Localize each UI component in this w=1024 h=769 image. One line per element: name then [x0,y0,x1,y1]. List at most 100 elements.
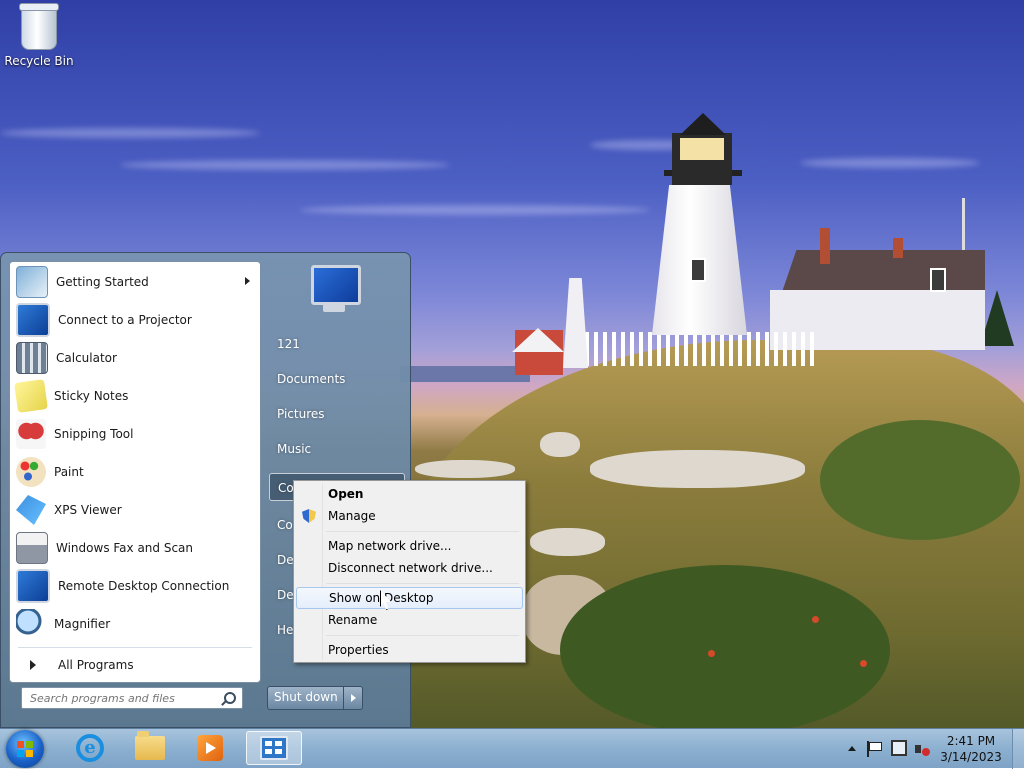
windows-logo-icon [17,741,33,757]
fax-scan-icon [16,532,48,564]
wallpaper-small-tower [563,278,588,368]
taskbar-media-player[interactable] [182,731,238,765]
menu-item-open[interactable]: Open [296,483,523,505]
folder-icon [135,731,165,760]
taskbar-windows-explorer[interactable] [122,731,178,765]
wallpaper-tree [980,290,1014,346]
taskbar-internet-explorer[interactable]: e [62,731,118,765]
menu-item-map-network-drive[interactable]: Map network drive... [296,535,523,557]
all-programs-label: All Programs [58,658,134,672]
place-music[interactable]: Music [269,435,405,463]
search-icon[interactable] [224,692,236,704]
program-getting-started[interactable]: Getting Started [12,264,258,300]
program-label: Snipping Tool [54,427,134,441]
wallpaper-window [690,258,706,282]
wallpaper-lighthouse-cap [680,113,726,135]
start-menu-programs-pane: Getting Started Connect to a Projector C… [9,261,261,683]
context-menu: Open Manage Map network drive... Disconn… [293,480,526,663]
search-input[interactable] [28,688,222,708]
control-panel-icon [260,736,288,760]
place-documents[interactable]: Documents [269,365,405,393]
menu-item-disconnect-network-drive[interactable]: Disconnect network drive... [296,557,523,579]
taskbar: e 2:41 PM 3/14/2023 [0,728,1024,769]
program-label: Sticky Notes [54,389,129,403]
clock-date: 3/14/2023 [940,750,1002,764]
shutdown-button[interactable]: Shut down [267,686,363,710]
wallpaper-sea [400,366,530,382]
desktop-icon-label: Recycle Bin [4,54,74,68]
place-user-folder[interactable]: 121 [269,330,405,358]
wallpaper-brush [820,420,1020,540]
media-player-icon [197,735,223,761]
program-fax-scan[interactable]: Windows Fax and Scan [12,530,258,566]
monitor-base [323,304,345,312]
program-remote-desktop[interactable]: Remote Desktop Connection [12,568,258,604]
program-snipping-tool[interactable]: Snipping Tool [12,416,258,452]
program-connect-projector[interactable]: Connect to a Projector [12,302,258,338]
menu-item-properties[interactable]: Properties [296,639,523,661]
program-label: Connect to a Projector [58,313,192,327]
sticky-notes-icon [14,379,48,413]
start-button[interactable] [6,730,44,768]
wallpaper-flower [812,616,819,623]
calculator-icon [16,342,48,374]
wallpaper-cloud [300,205,650,215]
user-picture[interactable] [303,261,365,319]
shield-icon [302,509,316,523]
show-desktop-button[interactable] [1012,729,1024,769]
menu-separator [326,583,519,584]
wallpaper-chimney [893,238,903,258]
wallpaper-rock [530,528,605,556]
wallpaper-fence [585,332,815,366]
wallpaper-flower [860,660,867,667]
menu-separator [326,531,519,532]
wallpaper-cloud [0,128,260,138]
show-hidden-icons-icon[interactable] [848,746,856,751]
menu-item-manage[interactable]: Manage [296,505,523,527]
arrow-right-icon [350,694,356,702]
recycle-bin-icon [19,3,59,50]
menu-item-label: Manage [328,509,376,523]
wallpaper-cloud [120,160,450,170]
menu-item-show-on-desktop[interactable]: Show on Desktop [296,587,523,609]
wallpaper-flower [708,650,715,657]
arrow-right-icon [30,660,36,670]
program-label: Remote Desktop Connection [58,579,230,593]
network-icon[interactable] [891,740,907,756]
remote-desktop-icon [16,569,50,603]
wallpaper-rock [590,450,805,488]
action-center-flag-icon[interactable] [867,741,882,757]
xps-viewer-icon [16,495,46,525]
taskbar-control-panel[interactable] [246,731,302,765]
wallpaper-rock [540,432,580,457]
magnifier-icon [16,609,46,639]
submenu-arrow-icon[interactable] [245,277,250,285]
snipping-tool-icon [16,419,46,449]
clock[interactable]: 2:41 PM 3/14/2023 [936,733,1006,765]
desktop-icon-recycle-bin[interactable]: Recycle Bin [4,3,74,68]
program-xps-viewer[interactable]: XPS Viewer [12,492,258,528]
wallpaper-lighthouse-glass [680,138,724,160]
shutdown-options-button[interactable] [344,687,362,709]
program-label: Windows Fax and Scan [56,541,194,555]
all-programs-button[interactable]: All Programs [18,652,254,678]
wallpaper-chimney [820,228,830,264]
shutdown-label[interactable]: Shut down [268,687,344,709]
program-paint[interactable]: Paint [12,454,258,490]
start-search-box[interactable] [21,687,243,709]
program-sticky-notes[interactable]: Sticky Notes [12,378,258,414]
program-label: Paint [54,465,84,479]
program-calculator[interactable]: Calculator [12,340,258,376]
program-label: Getting Started [56,275,149,289]
program-magnifier[interactable]: Magnifier [12,606,258,642]
volume-muted-icon[interactable] [915,741,931,757]
wallpaper-brush [560,565,890,728]
projector-icon [16,303,50,337]
menu-separator [326,635,519,636]
program-label: Magnifier [54,617,111,631]
getting-started-icon [16,266,48,298]
program-label: Calculator [56,351,117,365]
place-pictures[interactable]: Pictures [269,400,405,428]
paint-icon [16,457,46,487]
menu-item-rename[interactable]: Rename [296,609,523,631]
